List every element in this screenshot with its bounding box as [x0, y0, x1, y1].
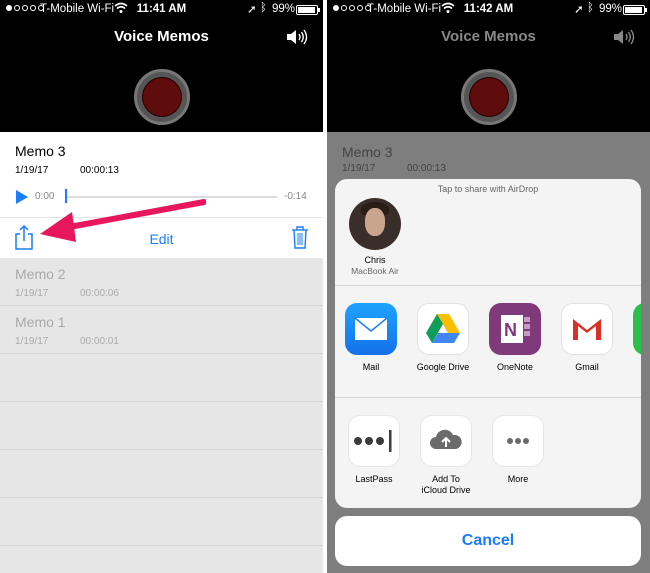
speaker-icon[interactable] [285, 27, 309, 47]
share-app-partial[interactable] [626, 303, 641, 355]
list-item[interactable]: Memo 1 1/19/17 00:00:01 [0, 306, 323, 354]
svg-text:N: N [504, 320, 517, 340]
contact-name: Chris [364, 255, 386, 265]
share-app-mail[interactable]: Mail [338, 303, 404, 373]
share-app-google-drive[interactable]: Google Drive [410, 303, 476, 373]
battery-icon [296, 5, 320, 15]
memo-date: 1/19/17 [15, 336, 49, 347]
cancel-button[interactable]: Cancel [335, 516, 641, 566]
memo-duration: 00:00:01 [80, 336, 119, 347]
page-title: Voice Memos [114, 28, 209, 45]
airdrop-contact[interactable]: Chris MacBook Air [345, 198, 405, 278]
empty-row [0, 402, 323, 450]
empty-row [0, 450, 323, 498]
speaker-icon [614, 29, 635, 45]
gmail-icon [561, 303, 613, 355]
empty-row [0, 354, 323, 402]
status-bar: T-Mobile Wi-Fi 11:41 AM ➚ ᛒ 99% [0, 0, 323, 20]
battery-percent: 99% [599, 3, 623, 15]
icloud-upload-icon [420, 415, 472, 467]
airdrop-hint: Tap to share with AirDrop [437, 184, 539, 194]
remaining-time: -0:14 [284, 191, 307, 202]
app-label: Mail [362, 362, 380, 372]
app-label: LastPass [355, 474, 393, 484]
battery-icon [623, 5, 647, 15]
memo-list: Memo 2 1/19/17 00:00:06 Memo 1 1/19/17 0… [0, 258, 323, 573]
messages-icon [633, 303, 641, 355]
app-label: OneNote [496, 362, 534, 372]
record-button [461, 69, 517, 125]
avatar [349, 198, 401, 250]
header: T-Mobile Wi-Fi 11:41 AM ➚ ᛒ 99% Voice Me… [0, 0, 323, 132]
memo-date: 1/19/17 [342, 163, 376, 174]
more-icon [492, 415, 544, 467]
google-drive-icon [417, 303, 469, 355]
memo-name: Memo 1 [15, 314, 66, 330]
memo-name: Memo 2 [15, 266, 66, 282]
record-button[interactable] [134, 69, 190, 125]
share-app-onenote[interactable]: N OneNote [482, 303, 548, 373]
share-action-more[interactable]: More [485, 415, 551, 485]
empty-row [0, 498, 323, 546]
contact-device: MacBook Air [351, 266, 399, 276]
share-app-gmail[interactable]: Gmail [554, 303, 620, 373]
divider [335, 285, 641, 286]
header: T-Mobile Wi-Fi 11:42 AM ➚ ᛒ 99% Voice Me… [327, 0, 650, 132]
bluetooth-icon: ᛒ [587, 2, 594, 14]
left-screen: T-Mobile Wi-Fi 11:41 AM ➚ ᛒ 99% Voice Me… [0, 0, 323, 573]
battery-percent: 99% [272, 3, 296, 15]
list-item[interactable]: Memo 2 1/19/17 00:00:06 [0, 258, 323, 306]
location-icon: ➚ [574, 4, 584, 16]
onenote-icon: N [489, 303, 541, 355]
memo-date: 1/19/17 [15, 288, 49, 299]
trash-icon[interactable] [290, 225, 310, 249]
mail-icon [345, 303, 397, 355]
app-label: Add To iCloud Drive [421, 474, 471, 495]
memo-duration: 00:00:06 [80, 288, 119, 299]
memo-duration: 00:00:13 [80, 165, 119, 176]
lastpass-icon [348, 415, 400, 467]
location-icon: ➚ [247, 4, 257, 16]
app-label: Google Drive [416, 362, 470, 372]
right-screen: T-Mobile Wi-Fi 11:42 AM ➚ ᛒ 99% Voice Me… [327, 0, 650, 573]
play-icon[interactable] [15, 190, 29, 204]
memo-name: Memo 3 [15, 143, 66, 159]
status-bar: T-Mobile Wi-Fi 11:42 AM ➚ ᛒ 99% [327, 0, 650, 20]
annotation-arrow [40, 199, 206, 242]
divider [335, 397, 641, 398]
share-action-lastpass[interactable]: LastPass [341, 415, 407, 485]
app-label: More [507, 474, 529, 484]
memo-date: 1/19/17 [15, 165, 49, 176]
share-action-icloud[interactable]: Add To iCloud Drive [413, 415, 479, 496]
share-sheet: Tap to share with AirDrop Chris MacBook … [335, 179, 641, 508]
page-title: Voice Memos [441, 28, 536, 45]
memo-name: Memo 3 [342, 144, 393, 160]
app-label: Gmail [575, 362, 599, 372]
memo-duration: 00:00:13 [407, 163, 446, 174]
bluetooth-icon: ᛒ [260, 2, 267, 14]
